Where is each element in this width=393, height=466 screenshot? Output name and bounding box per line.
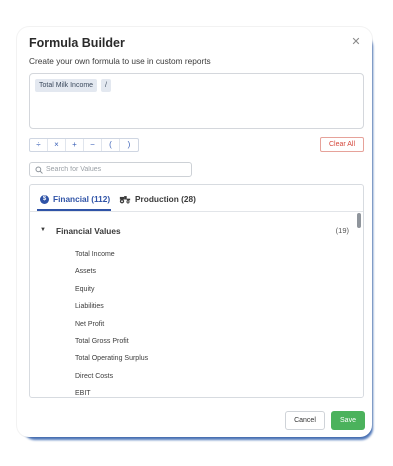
cancel-button[interactable]: Cancel [285, 411, 325, 430]
tab-label: Production (28) [135, 194, 196, 204]
active-tab-indicator [37, 209, 111, 211]
tab-bar: $ Financial (112) Production (28) [30, 185, 363, 212]
divide-button[interactable]: ÷ [30, 139, 48, 151]
tab-label: Financial (112) [53, 194, 111, 204]
save-button[interactable]: Save [331, 411, 365, 430]
close-icon[interactable]: ✕ [350, 36, 362, 48]
clear-all-button[interactable]: Clear All [320, 137, 364, 152]
dollar-circle-icon: $ [40, 194, 49, 204]
operator-toolbar: ÷ × + − ( ) [29, 138, 139, 152]
scrollbar-track[interactable] [354, 212, 363, 397]
list-item[interactable]: Net Profit [30, 316, 356, 333]
dialog-subtitle: Create your own formula to use in custom… [29, 56, 211, 66]
values-list: Total Income Assets Equity Liabilities N… [30, 246, 356, 397]
list-item[interactable]: Total Operating Surplus [30, 350, 356, 367]
multiply-button[interactable]: × [48, 139, 66, 151]
group-label: Financial Values [56, 226, 121, 236]
formula-token[interactable]: / [101, 79, 111, 92]
list-item[interactable]: Direct Costs [30, 368, 356, 385]
open-paren-button[interactable]: ( [102, 139, 120, 151]
group-financial-values[interactable]: ▼ Financial Values (19) [30, 224, 356, 238]
search-box [29, 162, 192, 177]
tab-production[interactable]: Production (28) [119, 194, 196, 204]
values-panel: $ Financial (112) Production (28) ▼ Fina… [29, 184, 364, 398]
tractor-icon [119, 195, 131, 203]
tab-financial[interactable]: $ Financial (112) [40, 194, 110, 204]
caret-down-icon: ▼ [40, 227, 46, 233]
list-item[interactable]: Total Income [30, 246, 356, 263]
list-item[interactable]: Equity [30, 281, 356, 298]
formula-token[interactable]: Total Milk Income [35, 79, 98, 92]
dialog-title: Formula Builder [29, 36, 125, 50]
plus-button[interactable]: + [66, 139, 84, 151]
list-item[interactable]: Liabilities [30, 298, 356, 315]
scrollbar-thumb[interactable] [357, 213, 361, 228]
group-count: (19) [335, 226, 349, 235]
close-paren-button[interactable]: ) [120, 139, 138, 151]
list-item[interactable]: EBIT [30, 385, 356, 397]
search-input[interactable] [46, 163, 186, 176]
list-item[interactable]: Total Gross Profit [30, 333, 356, 350]
formula-builder-dialog: Formula Builder ✕ Create your own formul… [17, 27, 372, 437]
list-item[interactable]: Assets [30, 263, 356, 280]
minus-button[interactable]: − [84, 139, 102, 151]
formula-editor[interactable]: Total Milk Income / [29, 73, 364, 129]
search-icon [35, 166, 43, 174]
